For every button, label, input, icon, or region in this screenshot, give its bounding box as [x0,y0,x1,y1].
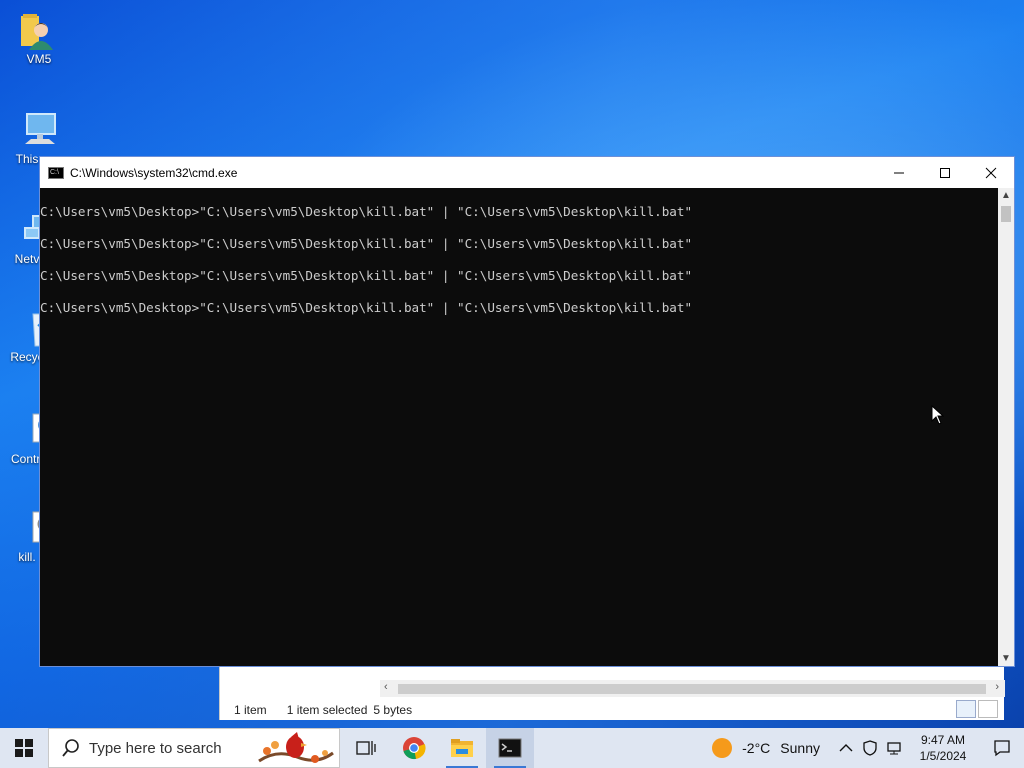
desktop-icon-label: Netv [14,252,40,266]
close-button[interactable] [968,157,1014,188]
status-item-count: 1 item [234,703,267,717]
view-toggle [956,700,998,718]
chrome-button[interactable] [390,728,438,768]
cmd-titlebar[interactable]: C:\ C:\Windows\system32\cmd.exe [40,157,1014,188]
cmd-icon [498,738,522,758]
console-line: C:\Users\vm5\Desktop>"C:\Users\vm5\Deskt… [40,204,693,219]
scrollbar-thumb[interactable] [1001,206,1011,222]
cmd-app-icon: C:\ [48,166,64,179]
status-size: 5 bytes [373,703,413,717]
console-line: C:\Users\vm5\Desktop>"C:\Users\vm5\Deskt… [40,236,693,251]
weather-temp: -2°C [742,740,771,756]
folder-icon [451,739,473,757]
maximize-button[interactable] [922,157,968,188]
chrome-icon [403,737,426,760]
cmd-title: C:\Windows\system32\cmd.exe [70,165,238,180]
notification-icon [994,740,1010,757]
weather-condition: Sunny [780,740,820,756]
desktop-icon-label: VM5 [26,52,52,66]
cardinal-highlight-icon [258,732,334,763]
user-folder-icon [21,14,53,50]
scroll-down-icon[interactable]: ▼ [1001,653,1011,664]
desktop-icon-label: kill. [18,550,36,564]
details-view-button[interactable] [956,700,976,718]
taskbar: Type here to search -2°C Sunny 9:47 AM 1… [0,728,1024,768]
security-tray-button[interactable] [858,728,882,768]
search-box[interactable]: Type here to search [48,728,340,768]
status-bar: 1 item 1 item selected 5 bytes [220,700,1005,720]
network-icon [887,742,901,755]
desktop-icon-vm5[interactable]: VM5 [4,10,74,66]
chevron-up-icon [839,744,853,752]
network-tray-button[interactable] [882,728,906,768]
console-line: C:\Users\vm5\Desktop>"C:\Users\vm5\Deskt… [40,300,693,315]
clock-time: 9:47 AM [920,733,966,747]
minimize-button[interactable] [876,157,922,188]
windows-logo-icon [15,739,33,757]
task-view-icon [356,741,376,755]
shield-icon [863,740,877,756]
scrollbar-thumb[interactable] [398,684,986,694]
minimize-icon [894,172,904,173]
search-placeholder: Type here to search [89,739,222,757]
notification-center-button[interactable] [980,728,1024,768]
clock[interactable]: 9:47 AM 1/5/2024 [912,732,974,764]
start-button[interactable] [0,728,48,768]
maximize-icon [940,167,950,178]
close-icon [985,167,997,178]
this-pc-icon [25,113,56,144]
clock-date: 1/5/2024 [919,749,967,763]
show-hidden-icons-button[interactable] [834,728,858,768]
vertical-scrollbar[interactable]: ▲ ▼ [998,188,1014,666]
mouse-cursor-icon [931,405,945,425]
console-output[interactable]: C:\Users\vm5\Desktop>"C:\Users\vm5\Deskt… [40,188,1000,666]
console-line: C:\Users\vm5\Desktop>"C:\Users\vm5\Deskt… [40,268,693,283]
scroll-right-icon[interactable]: › [995,681,999,693]
scroll-up-icon[interactable]: ▲ [1001,190,1011,201]
command-prompt-button[interactable] [486,728,534,768]
cmd-window[interactable]: C:\ C:\Windows\system32\cmd.exe C:\Users… [39,156,1015,667]
window-controls [876,157,1014,188]
system-tray: -2°C Sunny 9:47 AM 1/5/2024 [712,728,1024,768]
file-explorer-button[interactable] [438,728,486,768]
large-icons-view-button[interactable] [978,700,998,718]
sun-icon [712,738,733,758]
file-explorer-window: ‹ › 1 item 1 item selected 5 bytes [219,660,1005,720]
search-icon [62,739,79,757]
scroll-left-icon[interactable]: ‹ [384,681,388,693]
horizontal-scrollbar[interactable]: ‹ › [380,680,1005,697]
status-selected: 1 item selected [286,703,368,717]
desktop-icon-label: This [15,152,39,166]
weather-widget[interactable]: -2°C Sunny [712,738,820,758]
task-view-button[interactable] [342,728,390,768]
